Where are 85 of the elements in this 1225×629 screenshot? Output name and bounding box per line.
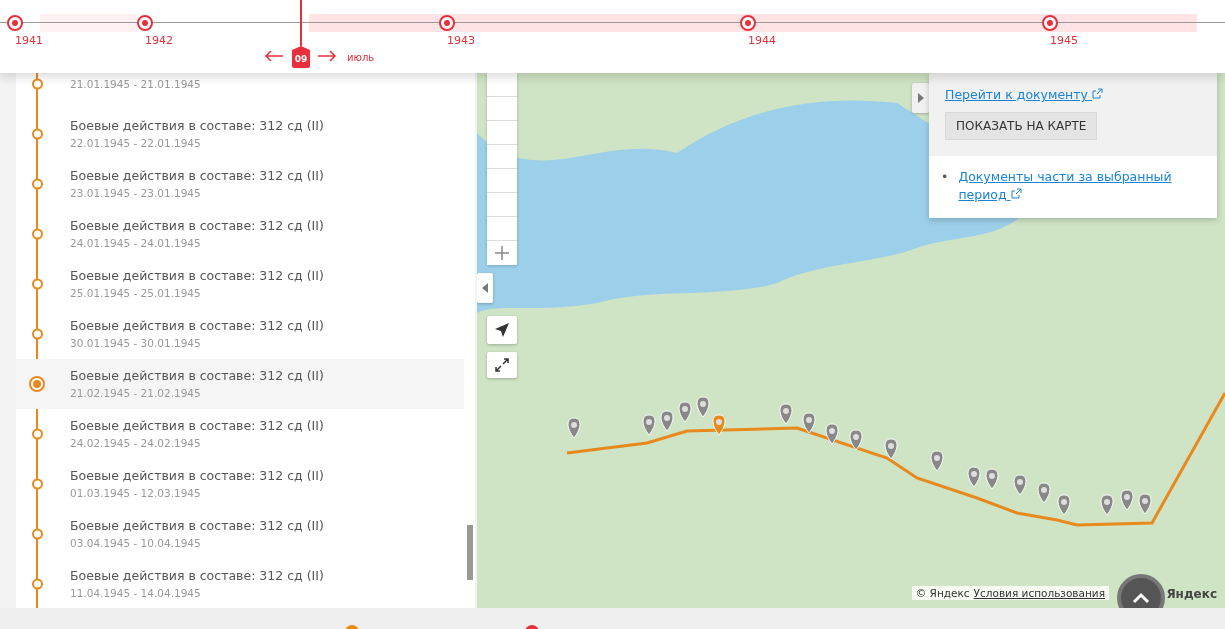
- locate-button[interactable]: [487, 316, 517, 344]
- previous-arrow-button[interactable]: [264, 50, 284, 62]
- event-dates: 24.02.1945 - 24.02.1945: [70, 436, 202, 451]
- event-dates: 03.04.1945 - 10.04.1945: [70, 536, 202, 551]
- scrollbar-thumb[interactable]: [467, 525, 473, 580]
- map-logo: Яндекс: [1166, 587, 1217, 601]
- event-dates: 01.03.1945 - 12.03.1945: [70, 486, 202, 501]
- current-date-line: [300, 0, 302, 46]
- event-title: Боевые действия в составе: 312 сд (II): [70, 517, 325, 535]
- attribution-text: © Яндекс: [915, 587, 970, 599]
- caret-left-icon: [482, 283, 488, 293]
- event-item[interactable]: Боевые действия в составе: 312 сд (II) 25.01.1945 - 25.01.1945: [16, 259, 464, 309]
- external-link-icon: [1010, 188, 1022, 199]
- map-pin-icon[interactable]: [802, 412, 816, 434]
- year-label: 1945: [1050, 34, 1078, 47]
- year-label: 1944: [748, 34, 776, 47]
- event-dates: 23.01.1945 - 23.01.1945: [70, 186, 202, 201]
- year-label: 1943: [447, 34, 475, 47]
- event-title: Боевые действия в составе: 312 сд (II): [70, 367, 325, 385]
- event-title: Боевые действия в составе: 312 сд (II): [70, 167, 325, 185]
- event-item[interactable]: Боевые действия в составе: 312 сд (II) 24.02.1945 - 24.02.1945: [16, 409, 464, 459]
- collapse-panel-button[interactable]: [477, 273, 493, 303]
- month-label: июль: [347, 52, 375, 63]
- map-pin-icon[interactable]: [1100, 494, 1114, 516]
- year-label: 1941: [15, 34, 43, 47]
- documents-link[interactable]: Документы части за выбранный период: [958, 168, 1174, 204]
- event-dates: 11.04.1945 - 14.04.1945: [70, 586, 202, 601]
- event-dates: 21.02.1945 - 21.02.1945: [70, 386, 202, 401]
- map-pin-icon[interactable]: [567, 417, 581, 439]
- expand-panel-button[interactable]: [912, 83, 929, 113]
- event-title: Боевые действия в составе: 312 сд (II): [70, 117, 325, 135]
- event-title: Боевые действия в составе: 312 сд (II): [70, 267, 325, 285]
- map-pin-icon[interactable]: [642, 414, 656, 436]
- year-marker-icon[interactable]: [7, 15, 23, 31]
- map-pin-icon[interactable]: [884, 438, 898, 460]
- event-title: Боевые действия в составе: 312 сд (II): [70, 417, 325, 435]
- chevron-up-icon: [1132, 592, 1150, 604]
- selected-pin-icon[interactable]: [712, 414, 726, 436]
- next-arrow-button[interactable]: [317, 50, 337, 62]
- map-pin-icon[interactable]: [779, 403, 793, 425]
- caret-right-icon: [917, 93, 924, 103]
- map-pin-icon[interactable]: [1120, 489, 1134, 511]
- map-pin-icon[interactable]: [1013, 474, 1027, 496]
- event-dates: 22.01.1945 - 22.01.1945: [70, 136, 202, 151]
- event-dot-icon: [29, 376, 45, 392]
- event-item[interactable]: Боевые действия в составе: 312 сд (II) 23.01.1945 - 23.01.1945: [16, 159, 464, 209]
- event-dates: 25.01.1945 - 25.01.1945: [70, 286, 202, 301]
- event-title: Боевые действия в составе: 312 сд (II): [70, 467, 325, 485]
- fullscreen-icon: [495, 358, 509, 372]
- year-label: 1942: [145, 34, 173, 47]
- map-pin-icon[interactable]: [1057, 494, 1071, 516]
- zoom-in-button[interactable]: [487, 241, 517, 265]
- location-arrow-icon: [494, 322, 510, 338]
- terms-link[interactable]: Условия использования: [973, 587, 1105, 599]
- event-dates: 21.01.1945 - 21.01.1945: [70, 77, 202, 92]
- event-dates: 30.01.1945 - 30.01.1945: [70, 336, 202, 351]
- event-title: Боевые действия в составе: 312 сд (II): [70, 217, 325, 235]
- event-title: Боевые действия в составе: 312 сд (II): [70, 317, 325, 335]
- event-item[interactable]: Боевые действия в составе: 312 сд (II) 22.01.1945 - 22.01.1945: [16, 109, 464, 159]
- event-title: Боевые действия в составе: 312 сд (II): [70, 567, 325, 585]
- map-pin-icon[interactable]: [967, 466, 981, 488]
- event-item[interactable]: Боевые действия в составе: 312 сд (II) 11.04.1945 - 14.04.1945: [16, 559, 464, 608]
- event-item[interactable]: Боевые действия в составе: 312 сд (II) 24.01.1945 - 24.01.1945: [16, 209, 464, 259]
- show-on-map-button[interactable]: ПОКАЗАТЬ НА КАРТЕ: [945, 112, 1098, 140]
- map-pin-icon[interactable]: [930, 450, 944, 472]
- event-item[interactable]: Боевые действия в составе: 312 сд (II) 21.02.1945 - 21.02.1945: [16, 359, 464, 409]
- event-dates: 24.01.1945 - 24.01.1945: [70, 236, 202, 251]
- bullet: •: [941, 168, 949, 186]
- current-day-tag[interactable]: 09: [292, 46, 310, 68]
- map-pin-icon[interactable]: [660, 410, 674, 432]
- map-pin-icon[interactable]: [849, 429, 863, 451]
- plus-icon: [495, 246, 509, 260]
- map-pin-icon[interactable]: [696, 396, 710, 418]
- fullscreen-button[interactable]: [487, 352, 517, 378]
- map-pin-icon[interactable]: [825, 423, 839, 445]
- year-marker-icon[interactable]: [137, 15, 153, 31]
- event-item[interactable]: Боевые действия в составе: 312 сд (II) 03.04.1945 - 10.04.1945: [16, 509, 464, 559]
- event-item[interactable]: Боевые действия в составе: 312 сд (II) 30.01.1945 - 30.01.1945: [16, 309, 464, 359]
- event-item[interactable]: Боевые действия в составе: 312 сд (II) 01.03.1945 - 12.03.1945: [16, 459, 464, 509]
- map-pin-icon[interactable]: [1037, 482, 1051, 504]
- map-pin-icon[interactable]: [1138, 493, 1152, 515]
- external-link-icon: [1091, 88, 1103, 99]
- map-pin-icon[interactable]: [985, 468, 999, 490]
- document-link[interactable]: Перейти к документу: [945, 87, 1103, 102]
- map-pin-icon[interactable]: [678, 401, 692, 423]
